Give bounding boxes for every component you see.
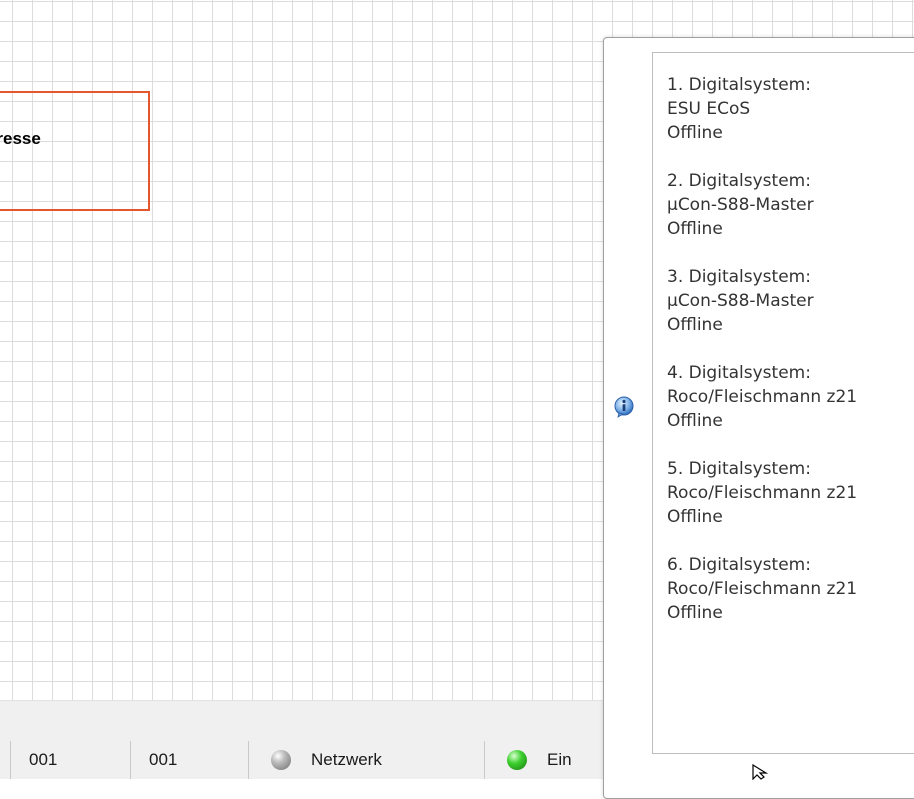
info-icon — [614, 396, 634, 418]
entry-status: Offline — [667, 411, 723, 431]
status-field-2: 001 — [130, 741, 249, 779]
address-node-label: dresse — [0, 129, 41, 148]
list-item: 1. Digitalsystem: ESU ECoS Offline — [667, 73, 914, 145]
entry-status: Offline — [667, 507, 723, 527]
list-item: 3. Digitalsystem: µCon-S88-Master Offlin… — [667, 265, 914, 337]
status-field-1: 001 — [10, 741, 131, 779]
entry-system: Roco/Fleischmann z21 — [667, 483, 858, 503]
entry-system: Roco/Fleischmann z21 — [667, 387, 858, 407]
list-item: 6. Digitalsystem: Roco/Fleischmann z21 O… — [667, 553, 914, 625]
list-item: 2. Digitalsystem: µCon-S88-Master Offlin… — [667, 169, 914, 241]
digital-systems-tooltip: 1. Digitalsystem: ESU ECoS Offline 2. Di… — [603, 37, 914, 799]
status-field-1-value: 001 — [29, 750, 58, 769]
status-field-2-value: 001 — [149, 750, 178, 769]
entry-system: µCon-S88-Master — [667, 195, 814, 215]
entry-status: Offline — [667, 123, 723, 143]
entry-title: 6. Digitalsystem: — [667, 555, 811, 575]
entry-title: 2. Digitalsystem: — [667, 171, 811, 191]
entry-title: 4. Digitalsystem: — [667, 363, 811, 383]
entry-system: Roco/Fleischmann z21 — [667, 579, 858, 599]
list-item: 4. Digitalsystem: Roco/Fleischmann z21 O… — [667, 361, 914, 433]
entry-system: ESU ECoS — [667, 99, 751, 119]
entry-status: Offline — [667, 219, 723, 239]
entry-status: Offline — [667, 315, 723, 335]
network-status-label: Netzwerk — [311, 750, 382, 769]
power-status[interactable]: Ein — [484, 741, 605, 779]
network-status[interactable]: Netzwerk — [248, 741, 485, 779]
address-node[interactable]: dresse — [0, 91, 150, 211]
power-led-icon — [507, 750, 527, 770]
entry-status: Offline — [667, 603, 723, 623]
entry-title: 3. Digitalsystem: — [667, 267, 811, 287]
entry-title: 5. Digitalsystem: — [667, 459, 811, 479]
entry-title: 1. Digitalsystem: — [667, 75, 811, 95]
power-status-label: Ein — [547, 750, 572, 769]
list-item: 5. Digitalsystem: Roco/Fleischmann z21 O… — [667, 457, 914, 529]
entry-system: µCon-S88-Master — [667, 291, 814, 311]
digital-systems-list: 1. Digitalsystem: ESU ECoS Offline 2. Di… — [652, 52, 914, 754]
network-led-icon — [271, 750, 291, 770]
